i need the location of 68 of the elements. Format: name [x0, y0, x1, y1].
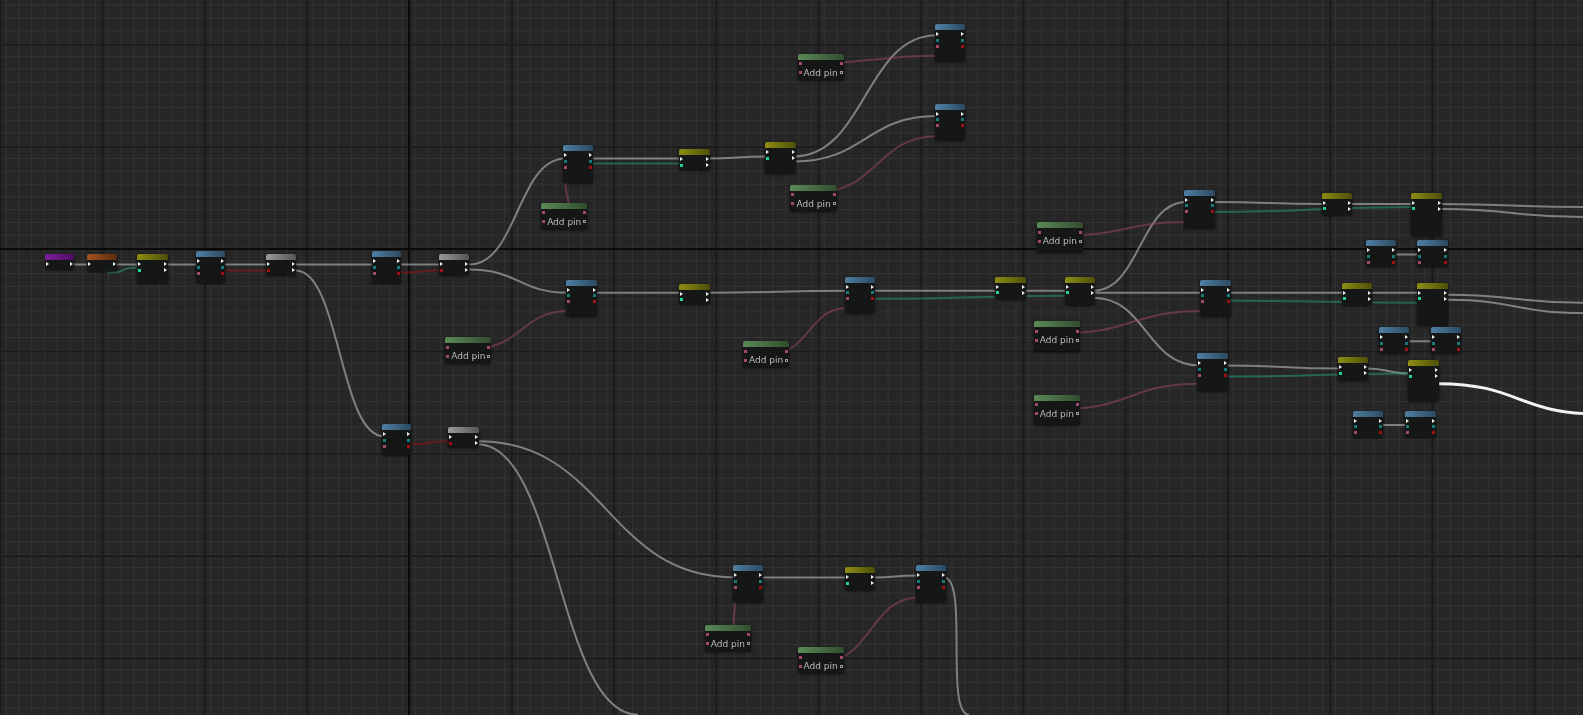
add-pin-label[interactable]: Add pin	[1039, 335, 1074, 346]
graph-node[interactable]	[1065, 276, 1096, 305]
plus-icon[interactable]	[1076, 412, 1079, 416]
graph-node[interactable]	[1417, 282, 1448, 326]
plus-icon[interactable]	[785, 358, 789, 362]
graph-node[interactable]	[995, 276, 1026, 299]
graph-node[interactable]: Add pin	[1036, 222, 1083, 253]
graph-node[interactable]: Add pin	[790, 184, 837, 211]
graph-node[interactable]	[1430, 327, 1461, 354]
add-pin-label[interactable]: Add pin	[547, 216, 582, 227]
add-pin-label[interactable]: Add pin	[1042, 236, 1077, 247]
graph-node[interactable]	[915, 565, 946, 602]
graph-canvas[interactable]: Add pin Add pin Add pin Add pin Add pin Add pin Add pin Add pin Add pin Add pin	[0, 0, 1583, 715]
graph-node[interactable]	[195, 251, 226, 283]
graph-node[interactable]	[1200, 279, 1231, 316]
add-pin-label[interactable]: Add pin	[803, 67, 838, 78]
graph-node[interactable]: Add pin	[541, 202, 588, 229]
plus-icon[interactable]	[583, 220, 587, 224]
graph-node[interactable]	[679, 283, 710, 304]
graph-node[interactable]	[679, 149, 710, 170]
add-pin-label[interactable]: Add pin	[803, 661, 838, 672]
graph-node[interactable]	[1341, 282, 1372, 305]
graph-node[interactable]	[1197, 353, 1228, 391]
graph-node[interactable]	[448, 427, 479, 448]
graph-node[interactable]	[1352, 410, 1384, 437]
add-pin-label[interactable]: Add pin	[796, 198, 831, 209]
graph-node[interactable]	[1408, 360, 1439, 401]
graph-node[interactable]	[845, 567, 876, 590]
graph-node[interactable]	[1411, 192, 1442, 237]
plus-icon[interactable]	[832, 202, 836, 206]
graph-node[interactable]	[371, 251, 401, 283]
graph-node[interactable]	[381, 424, 411, 456]
graph-node[interactable]	[86, 254, 118, 271]
graph-node[interactable]	[934, 104, 966, 141]
graph-node[interactable]: Add pin	[1033, 321, 1080, 352]
graph-node[interactable]: Add pin	[743, 341, 790, 368]
graph-node[interactable]	[566, 279, 597, 316]
add-pin-label[interactable]: Add pin	[451, 351, 486, 362]
graph-node[interactable]	[1321, 192, 1352, 215]
graph-node[interactable]	[1417, 240, 1448, 267]
plus-icon[interactable]	[839, 71, 843, 74]
graph-node[interactable]	[765, 142, 796, 173]
graph-node[interactable]	[1379, 327, 1410, 354]
graph-node[interactable]	[1405, 410, 1436, 437]
plus-icon[interactable]	[1076, 338, 1079, 342]
graph-node[interactable]	[265, 254, 296, 275]
graph-node[interactable]	[934, 24, 966, 61]
graph-node[interactable]	[1184, 189, 1215, 229]
graph-node[interactable]	[1365, 240, 1397, 267]
graph-node[interactable]: Add pin	[797, 647, 844, 674]
graph-node[interactable]: Add pin	[445, 337, 492, 364]
graph-node[interactable]	[563, 145, 593, 183]
graph-node[interactable]	[137, 254, 168, 283]
plus-icon[interactable]	[746, 642, 750, 646]
graph-node[interactable]	[439, 254, 470, 275]
graph-node[interactable]: Add pin	[1033, 394, 1080, 425]
graph-node[interactable]: Add pin	[704, 624, 751, 651]
plus-icon[interactable]	[487, 354, 491, 358]
plus-icon[interactable]	[839, 664, 843, 668]
add-pin-label[interactable]: Add pin	[710, 638, 745, 649]
add-pin-label[interactable]: Add pin	[1039, 408, 1074, 419]
graph-node[interactable]	[45, 254, 74, 269]
add-pin-label[interactable]: Add pin	[749, 355, 784, 366]
graph-node[interactable]	[845, 276, 876, 313]
plus-icon[interactable]	[1079, 239, 1082, 243]
graph-node[interactable]	[732, 565, 764, 602]
graph-node[interactable]: Add pin	[797, 53, 844, 80]
graph-node[interactable]	[1337, 357, 1368, 380]
